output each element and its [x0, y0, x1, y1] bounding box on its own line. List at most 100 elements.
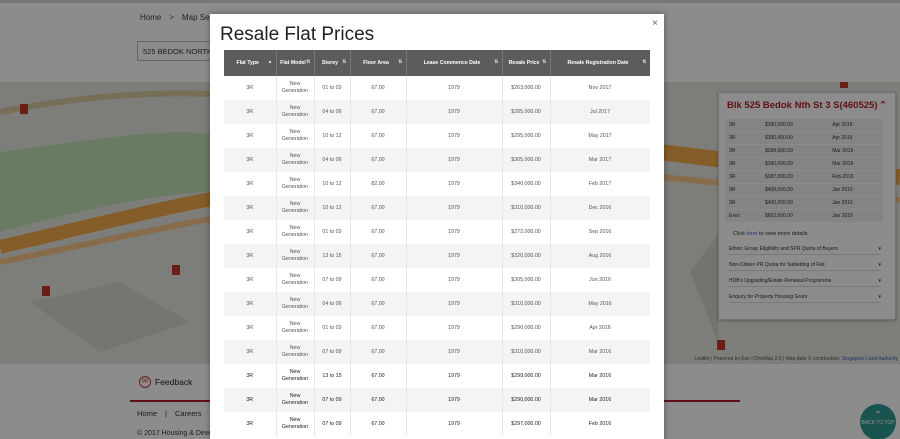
- column-header-label: Resale Price: [508, 60, 540, 66]
- table-cell: 1979: [406, 388, 503, 412]
- sort-icon: ▲: [267, 59, 273, 65]
- table-cell: New Generation: [276, 388, 315, 412]
- table-cell: 3R: [224, 172, 277, 196]
- column-header[interactable]: Floor Area ⇅: [350, 50, 407, 76]
- column-header[interactable]: Resale Registration Date ⇅: [550, 50, 650, 76]
- sort-icon: ⇅: [542, 59, 547, 65]
- table-cell: 04 to 06: [314, 100, 351, 124]
- table-cell: New Generation: [276, 268, 315, 292]
- modal-title: Resale Flat Prices: [220, 24, 375, 45]
- table-row: 3R New Generation 01 to 03 67.00 1979 $290,00…: [224, 316, 650, 340]
- table-cell: 67.00: [350, 412, 407, 436]
- sort-icon: ⇅: [342, 59, 347, 65]
- sort-icon: ⇅: [494, 59, 499, 65]
- table-cell: $285,000.00: [502, 100, 551, 124]
- table-cell: New Generation: [276, 196, 315, 220]
- sort-icon: ⇅: [642, 59, 647, 65]
- table-cell: New Generation: [276, 76, 315, 100]
- table-cell: 3R: [224, 148, 277, 172]
- table-cell: 3R: [224, 268, 277, 292]
- table-cell: 3R: [224, 364, 277, 388]
- column-header[interactable]: Storey ⇅: [314, 50, 351, 76]
- table-cell: 1979: [406, 196, 503, 220]
- table-cell: New Generation: [276, 340, 315, 364]
- column-header-label: Lease Commence Date: [423, 60, 481, 66]
- table-cell: 3R: [224, 124, 277, 148]
- table-cell: New Generation: [276, 148, 315, 172]
- table-cell: 3R: [224, 100, 277, 124]
- table-cell: 1979: [406, 268, 503, 292]
- table-cell: May 2017: [550, 124, 650, 148]
- table-cell: New Generation: [276, 100, 315, 124]
- table-cell: 1979: [406, 292, 503, 316]
- table-row: 3R New Generation 07 to 09 67.00 1979 $305,00…: [224, 268, 650, 292]
- column-header[interactable]: Lease Commence Date ⇅: [406, 50, 503, 76]
- sort-icon: ⇅: [306, 59, 311, 65]
- column-header[interactable]: Flat Type ▲: [224, 50, 277, 76]
- table-cell: 01 to 03: [314, 316, 351, 340]
- table-cell: $299,000.00: [502, 364, 551, 388]
- table-cell: $310,000.00: [502, 196, 551, 220]
- table-cell: 67.00: [350, 292, 407, 316]
- resale-table: Flat Type ▲ Flat Model ⇅ Storey ⇅ Floor Area ⇅ L…: [224, 50, 650, 436]
- table-cell: 3R: [224, 76, 277, 100]
- table-cell: $305,000.00: [502, 148, 551, 172]
- table-cell: 04 to 06: [314, 292, 351, 316]
- table-cell: 67.00: [350, 340, 407, 364]
- table-row: 3R New Generation 07 to 09 67.00 1979 $310,00…: [224, 340, 650, 364]
- table-row: 3R New Generation 01 to 03 67.00 1979 $272,00…: [224, 220, 650, 244]
- close-icon[interactable]: ×: [652, 18, 658, 29]
- table-cell: $290,000.00: [502, 388, 551, 412]
- table-cell: 3R: [224, 316, 277, 340]
- table-cell: New Generation: [276, 412, 315, 436]
- table-cell: $295,000.00: [502, 124, 551, 148]
- table-cell: New Generation: [276, 172, 315, 196]
- table-cell: 67.00: [350, 124, 407, 148]
- table-cell: 1979: [406, 172, 503, 196]
- table-cell: New Generation: [276, 244, 315, 268]
- resale-table-container[interactable]: Flat Type ▲ Flat Model ⇅ Storey ⇅ Floor Area ⇅ L…: [224, 50, 650, 439]
- table-cell: $340,000.00: [502, 172, 551, 196]
- table-cell: Mar 2017: [550, 148, 650, 172]
- column-header-label: Flat Model: [280, 60, 306, 66]
- table-cell: Mar 2016: [550, 364, 650, 388]
- table-row: 3R New Generation 07 to 09 67.00 1979 $297,00…: [224, 412, 650, 436]
- table-cell: 67.00: [350, 268, 407, 292]
- table-cell: 07 to 09: [314, 340, 351, 364]
- table-cell: 67.00: [350, 388, 407, 412]
- table-cell: New Generation: [276, 316, 315, 340]
- table-cell: $320,000.00: [502, 244, 551, 268]
- sort-icon: ⇅: [398, 59, 403, 65]
- table-cell: Jun 2016: [550, 268, 650, 292]
- table-cell: 67.00: [350, 220, 407, 244]
- table-cell: New Generation: [276, 292, 315, 316]
- table-cell: 3R: [224, 244, 277, 268]
- column-header[interactable]: Flat Model ⇅: [276, 50, 315, 76]
- table-cell: 1979: [406, 340, 503, 364]
- table-cell: 07 to 09: [314, 268, 351, 292]
- table-cell: 10 to 12: [314, 172, 351, 196]
- column-header[interactable]: Resale Price ⇅: [502, 50, 551, 76]
- table-cell: 67.00: [350, 316, 407, 340]
- resale-prices-modal: Resale Flat Prices × Flat Type ▲ Flat Mode…: [210, 14, 664, 439]
- table-cell: 1979: [406, 244, 503, 268]
- table-cell: 67.00: [350, 364, 407, 388]
- table-cell: 67.00: [350, 148, 407, 172]
- column-header-label: Resale Registration Date: [567, 60, 629, 66]
- table-cell: 10 to 12: [314, 196, 351, 220]
- table-cell: 67.00: [350, 244, 407, 268]
- table-cell: Feb 2017: [550, 172, 650, 196]
- table-cell: 82.00: [350, 172, 407, 196]
- table-cell: Nov 2017: [550, 76, 650, 100]
- table-cell: 67.00: [350, 100, 407, 124]
- table-cell: $290,000.00: [502, 316, 551, 340]
- column-header-label: Storey: [321, 60, 339, 66]
- table-row: 3R New Generation 01 to 03 67.00 1979 $263,00…: [224, 76, 650, 100]
- table-cell: 1979: [406, 148, 503, 172]
- table-cell: 1979: [406, 364, 503, 388]
- table-cell: $272,000.00: [502, 220, 551, 244]
- table-cell: Mar 2016: [550, 388, 650, 412]
- table-cell: New Generation: [276, 124, 315, 148]
- table-cell: Dec 2016: [550, 196, 650, 220]
- table-row: 3R New Generation 04 to 06 67.00 1979 $310,00…: [224, 292, 650, 316]
